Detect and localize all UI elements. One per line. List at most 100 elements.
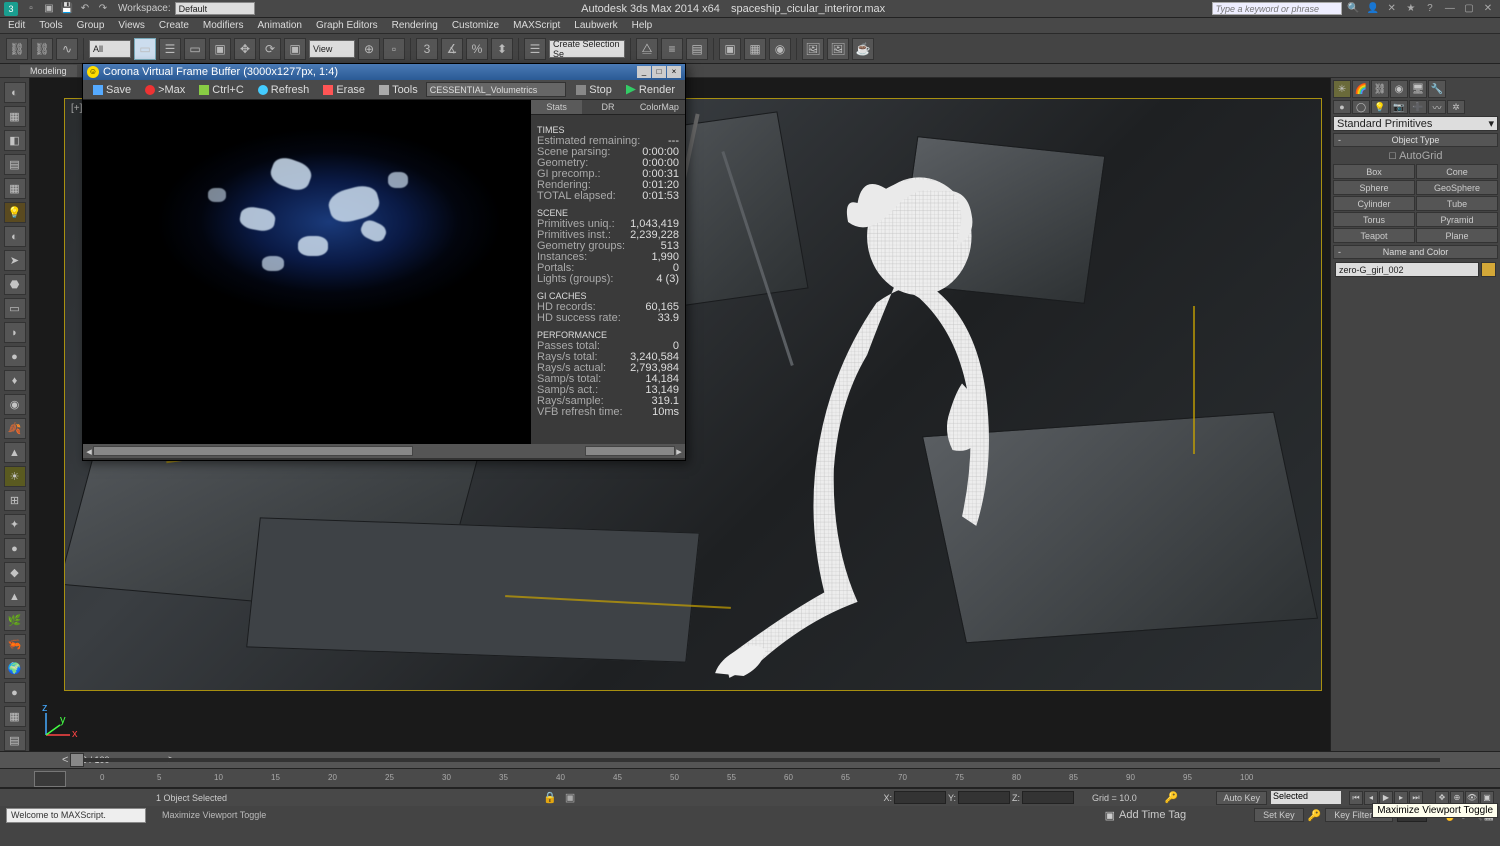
menu-customize[interactable]: Customize — [452, 20, 499, 31]
menu-edit[interactable]: Edit — [8, 20, 25, 31]
left-tool-icon[interactable]: ➤ — [4, 250, 26, 271]
select-name-icon[interactable]: ☰ — [159, 38, 181, 60]
left-tool-icon[interactable]: ▲ — [4, 442, 26, 463]
workspace-dropdown[interactable]: Default — [175, 2, 255, 15]
vfb-minimize-icon[interactable]: _ — [637, 66, 651, 78]
rotate-icon[interactable]: ⟳ — [259, 38, 281, 60]
pivot-icon[interactable]: ⊕ — [358, 38, 380, 60]
left-tool-icon[interactable]: ⊞ — [4, 490, 26, 511]
new-icon[interactable]: ▫ — [24, 2, 38, 16]
left-tool-icon[interactable]: 🌿 — [4, 610, 26, 631]
vfb-titlebar[interactable]: ☺ Corona Virtual Frame Buffer (3000x1277… — [83, 64, 685, 80]
keymode-icon[interactable]: 🔑 — [1308, 809, 1322, 822]
favorite-icon[interactable]: ★ — [1404, 2, 1418, 16]
menu-create[interactable]: Create — [159, 20, 189, 31]
vfb-scrollbar[interactable]: ◂ ▸ — [83, 444, 685, 458]
vfb-tab-colormap[interactable]: ColorMap — [634, 100, 685, 114]
window-crossing-icon[interactable]: ▣ — [209, 38, 231, 60]
search-icon[interactable]: 🔍 — [1347, 2, 1361, 16]
left-tool-icon[interactable]: ◐ — [4, 82, 26, 103]
keymode-dropdown[interactable]: Selected — [1271, 791, 1341, 804]
menu-group[interactable]: Group — [77, 20, 105, 31]
modify-tab-icon[interactable]: 🌈 — [1352, 80, 1370, 98]
light-icon[interactable]: 💡 — [4, 202, 26, 223]
vfb-tools-button[interactable]: Tools — [373, 82, 424, 98]
lock-icon[interactable]: 🔒 — [543, 791, 557, 804]
time-slider-handle[interactable] — [70, 753, 84, 767]
shapes-icon[interactable]: ◯ — [1352, 100, 1370, 114]
left-tool-icon[interactable]: ◐ — [4, 226, 26, 247]
track-bar[interactable]: 0510152025303540455055606570758085909510… — [0, 768, 1500, 788]
minimize-icon[interactable]: — — [1443, 2, 1457, 16]
percent-snap-icon[interactable]: % — [466, 38, 488, 60]
redo-icon[interactable]: ↷ — [96, 2, 110, 16]
manip-icon[interactable]: ▫ — [383, 38, 405, 60]
left-tool-icon[interactable]: ● — [4, 538, 26, 559]
viewport-label[interactable]: [+] — [71, 103, 82, 114]
link-icon[interactable]: ⛓ — [6, 38, 28, 60]
scale-icon[interactable]: ▣ — [284, 38, 306, 60]
left-tool-icon[interactable]: ▭ — [4, 298, 26, 319]
open-icon[interactable]: ▣ — [42, 2, 56, 16]
left-tool-icon[interactable]: ● — [4, 682, 26, 703]
primitive-teapot[interactable]: Teapot — [1333, 228, 1415, 243]
primitive-torus[interactable]: Torus — [1333, 212, 1415, 227]
menu-tools[interactable]: Tools — [39, 20, 62, 31]
vfb-stop-button[interactable]: Stop — [570, 82, 618, 98]
exchange-icon[interactable]: ✕ — [1385, 2, 1399, 16]
menu-help[interactable]: Help — [632, 20, 653, 31]
category-dropdown[interactable]: Standard Primitives▾ — [1333, 116, 1498, 131]
corona-vfb-window[interactable]: ☺ Corona Virtual Frame Buffer (3000x1277… — [82, 63, 686, 461]
left-tool-icon[interactable]: ◧ — [4, 130, 26, 151]
left-tool-icon[interactable]: ▦ — [4, 106, 26, 127]
cameras-icon[interactable]: 📷 — [1390, 100, 1408, 114]
undo-icon[interactable]: ↶ — [78, 2, 92, 16]
unlink-icon[interactable]: ⛓ — [31, 38, 53, 60]
menu-rendering[interactable]: Rendering — [392, 20, 438, 31]
left-tool-icon[interactable]: ● — [4, 346, 26, 367]
left-tool-icon[interactable]: ⬣ — [4, 274, 26, 295]
utilities-tab-icon[interactable]: 🔧 — [1428, 80, 1446, 98]
time-tag-icon[interactable]: ▣ — [1105, 809, 1115, 822]
vfb-maximize-icon[interactable]: □ — [652, 66, 666, 78]
left-tool-icon[interactable]: ♦ — [4, 370, 26, 391]
name-color-rollout[interactable]: Name and Color — [1333, 245, 1498, 259]
geometry-icon[interactable]: ● — [1333, 100, 1351, 114]
vfb-copy-button[interactable]: Ctrl+C — [193, 82, 249, 98]
menu-views[interactable]: Views — [118, 20, 145, 31]
primitive-pyramid[interactable]: Pyramid — [1416, 212, 1498, 227]
help-icon[interactable]: ? — [1423, 2, 1437, 16]
maximize-icon[interactable]: ▢ — [1462, 2, 1476, 16]
helpers-icon[interactable]: ➕ — [1409, 100, 1427, 114]
vfb-refresh-button[interactable]: Refresh — [252, 82, 316, 98]
key-icon[interactable]: 🔑 — [1165, 791, 1179, 804]
y-input[interactable] — [958, 791, 1010, 804]
x-input[interactable] — [894, 791, 946, 804]
mirror-icon[interactable]: ⧋ — [636, 38, 658, 60]
left-tool-icon[interactable]: ▤ — [4, 154, 26, 175]
create-tab-icon[interactable]: ✳ — [1333, 80, 1351, 98]
snap-icon[interactable]: 3 — [416, 38, 438, 60]
primitive-plane[interactable]: Plane — [1416, 228, 1498, 243]
primitive-cylinder[interactable]: Cylinder — [1333, 196, 1415, 211]
vfb-tab-dr[interactable]: DR — [582, 100, 633, 114]
primitive-box[interactable]: Box — [1333, 164, 1415, 179]
spacewarps-icon[interactable]: 〰 — [1428, 100, 1446, 114]
menu-grapheditors[interactable]: Graph Editors — [316, 20, 378, 31]
display-tab-icon[interactable]: 🖥 — [1409, 80, 1427, 98]
left-tool-icon[interactable]: ▦ — [4, 706, 26, 727]
motion-tab-icon[interactable]: ◉ — [1390, 80, 1408, 98]
left-tool-icon[interactable]: ◗ — [4, 322, 26, 343]
align-icon[interactable]: ≡ — [661, 38, 683, 60]
object-type-rollout[interactable]: Object Type — [1333, 133, 1498, 147]
left-tool-icon[interactable]: ▦ — [4, 178, 26, 199]
left-tool-icon[interactable]: ◆ — [4, 562, 26, 583]
vfb-render-button[interactable]: Render — [620, 82, 681, 98]
vfb-save-button[interactable]: Save — [87, 82, 137, 98]
left-tool-icon[interactable]: ◉ — [4, 394, 26, 415]
vfb-close-icon[interactable]: × — [667, 66, 681, 78]
object-name-input[interactable] — [1335, 262, 1479, 277]
hierarchy-tab-icon[interactable]: ⛓ — [1371, 80, 1389, 98]
isolate-icon[interactable]: ▣ — [565, 791, 575, 804]
close-icon[interactable]: ✕ — [1481, 2, 1495, 16]
